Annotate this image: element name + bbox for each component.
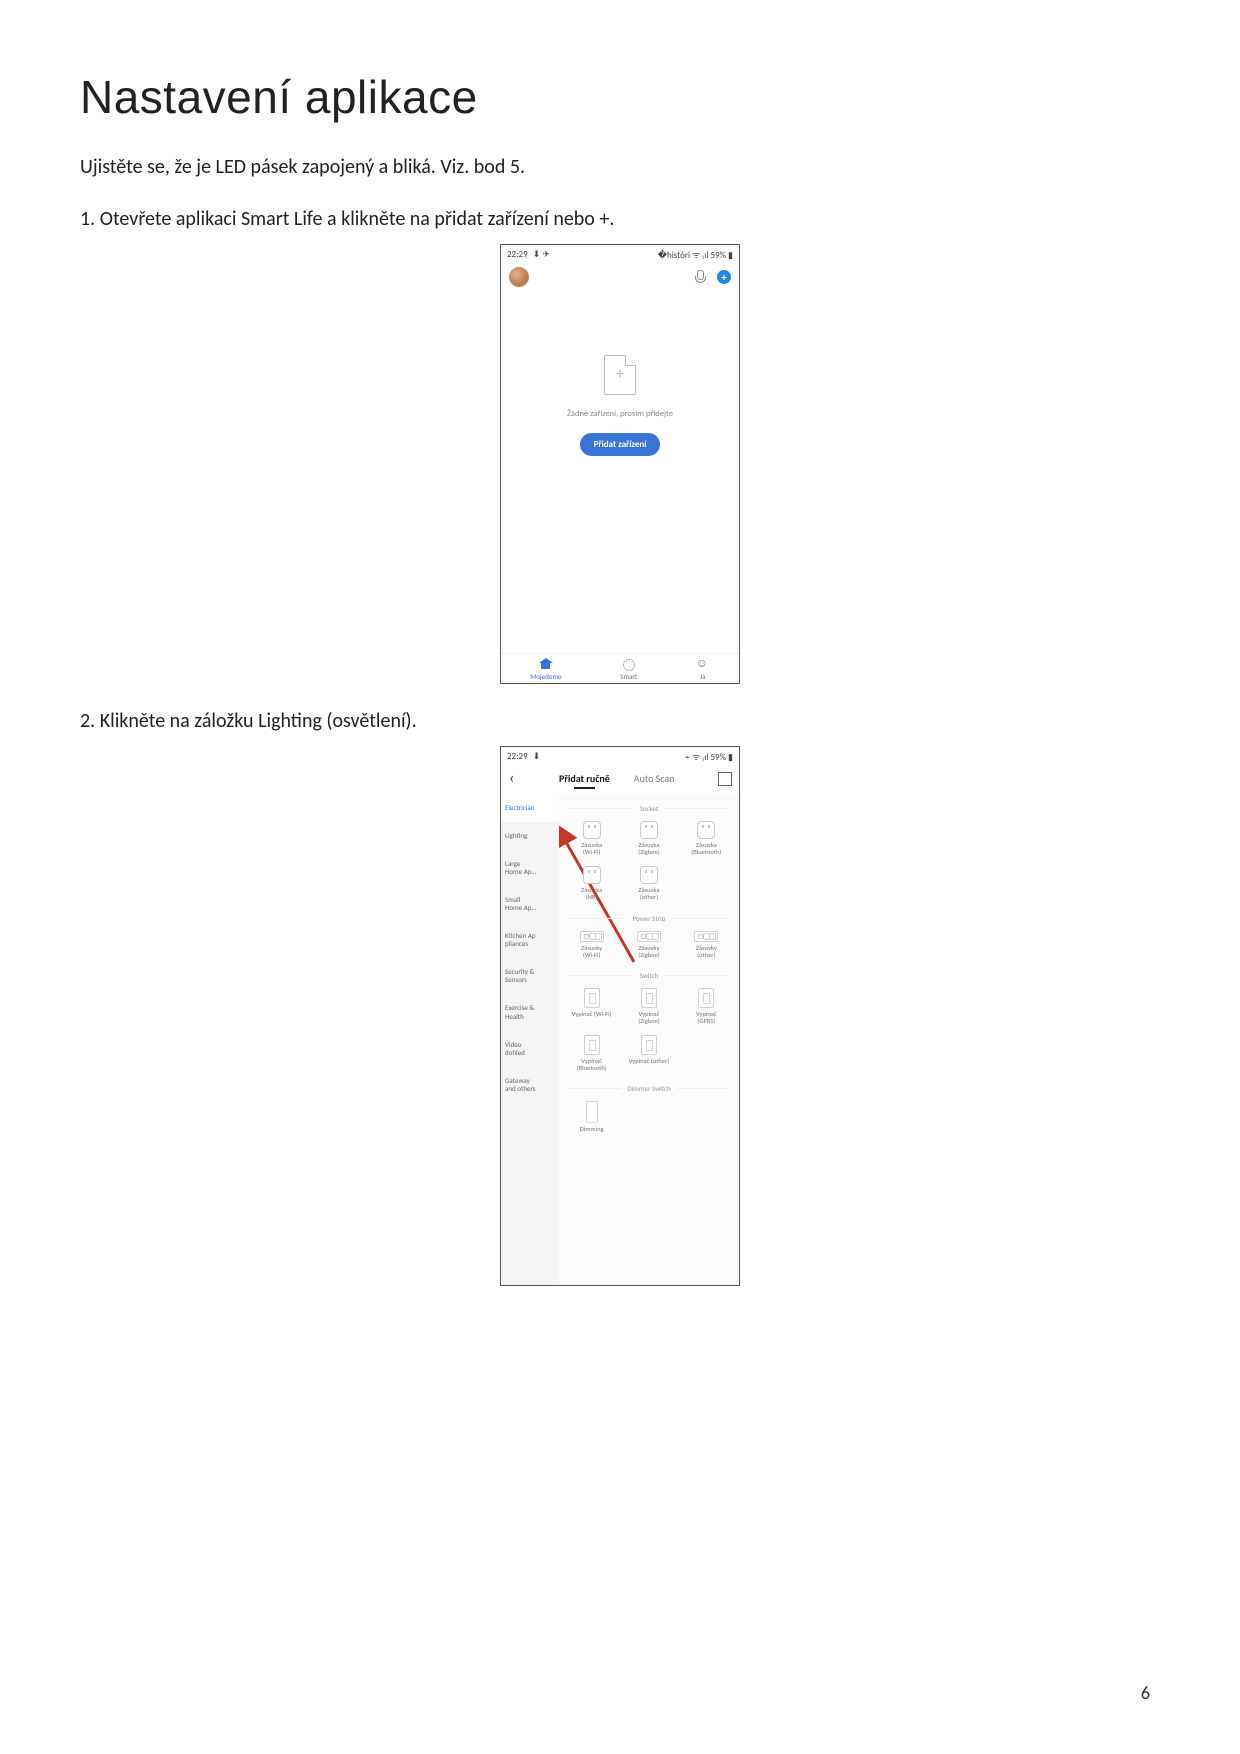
device-label: Vypínač (other) <box>629 1058 670 1065</box>
section-heading: Dimmer Switch <box>563 1084 735 1093</box>
device-tile[interactable]: Dimming <box>563 1099 620 1135</box>
device-label: Zásuvka(NB) <box>581 887 602 901</box>
tab-auto-scan[interactable]: Auto Scan <box>634 772 675 785</box>
strip-icon <box>637 931 661 942</box>
device-tile[interactable]: Vypínač (Wi-Fi) <box>563 986 620 1027</box>
device-label: Zásuvka(Wi-Fi) <box>581 842 602 856</box>
device-label: Vypínač(Bluetooth) <box>577 1058 607 1072</box>
swbox-icon <box>698 988 714 1008</box>
sock-icon <box>697 821 715 839</box>
device-tile[interactable]: Zásuvka(NB) <box>563 864 620 903</box>
sidebar-item-kitchen[interactable]: Kitchen Ap pliances <box>501 922 559 958</box>
sock-icon <box>583 866 601 884</box>
screenshot-add-manually: 22:29 ⬇ ⌁ ᯤ ₎ıl 59% ▮ ‹ Přidat ručně Aut… <box>500 746 740 1286</box>
device-row: Zásuvky(Wi-Fi) Zásuvky(Zigbee) Zásuvky(oth… <box>563 929 735 961</box>
category-sidebar: ElectricianLightingLarge Home Ap…Small H… <box>501 794 559 1286</box>
nav-home[interactable]: Mojedomo <box>530 658 562 681</box>
empty-state-text: Žádné zařízení, prosím přidejte <box>567 409 673 419</box>
home-header: + <box>501 263 739 293</box>
device-label: Zásuvka(Zigbee) <box>638 842 659 856</box>
dim-icon <box>586 1101 598 1123</box>
sidebar-item-gateway[interactable]: Gateway and others <box>501 1067 559 1103</box>
device-label: Zásuvky(Wi-Fi) <box>581 945 602 959</box>
device-tile[interactable]: Vypínač(Zigbee) <box>620 986 677 1027</box>
strip-icon <box>580 931 604 942</box>
device-tile[interactable]: Zásuvky(Wi-Fi) <box>563 929 620 961</box>
nav-me[interactable]: ☺ Já <box>696 658 710 681</box>
add-device-plus-button[interactable]: + <box>717 270 731 284</box>
avatar[interactable] <box>509 267 529 287</box>
status-bar: 22:29 ⬇ ✈ �históri ᯤ ₎ıl 59% ▮ <box>501 245 739 263</box>
sock-icon <box>640 821 658 839</box>
device-grid: SocketZásuvka(Wi-Fi)Zásuvka(Zigbee)Zásuv… <box>559 794 739 1286</box>
device-tile[interactable]: Zásuvky(Zigbee) <box>620 929 677 961</box>
device-label: Vypínač(GPRS) <box>696 1011 717 1025</box>
device-tile[interactable]: Zásuvka(Bluetooth) <box>678 819 735 858</box>
device-label: Vypínač(Zigbee) <box>638 1011 659 1025</box>
bottom-nav: Mojedomo Smart ☺ Já <box>501 653 739 683</box>
nav-smart-label: Smart <box>620 672 637 681</box>
add-device-tabs: ‹ Přidat ručně Auto Scan <box>501 765 739 794</box>
section-heading: Socket <box>563 804 735 813</box>
device-label: Dimming <box>580 1126 604 1133</box>
add-device-button[interactable]: Přidat zařízení <box>580 433 661 456</box>
sock-icon <box>583 821 601 839</box>
home-icon <box>539 658 553 670</box>
strip-icon <box>694 931 718 942</box>
device-tile[interactable]: Vypínač (other) <box>620 1033 677 1074</box>
swbox-icon <box>584 1035 600 1055</box>
page-number: 6 <box>1141 1682 1150 1704</box>
sidebar-item-security[interactable]: Security & Sensors <box>501 958 559 994</box>
device-label: Zásuvka(other) <box>639 887 660 901</box>
device-label: Zásuvky(Zigbee) <box>638 945 659 959</box>
mic-icon[interactable] <box>693 270 707 284</box>
device-label: Zásuvky(other) <box>696 945 717 959</box>
empty-state-icon: + <box>604 355 636 395</box>
device-tile[interactable]: Vypínač(Bluetooth) <box>563 1033 620 1074</box>
sidebar-item-electrician[interactable]: Electrician <box>501 794 559 822</box>
device-tile[interactable]: Zásuvka(Zigbee) <box>620 819 677 858</box>
device-tile[interactable]: Zásuvky(other) <box>678 929 735 961</box>
plus-icon: + <box>616 367 624 383</box>
screenshot-home-screen: 22:29 ⬇ ✈ �históri ᯤ ₎ıl 59% ▮ + + Žád <box>500 244 740 684</box>
step-1-text: 1. Otevřete aplikaci Smart Life a klikně… <box>80 204 1160 234</box>
device-row: Zásuvka(Wi-Fi) Zásuvka(Zigbee) Zásuvka(Blu… <box>563 819 735 904</box>
tab-add-manually[interactable]: Přidat ručně <box>559 772 610 785</box>
user-icon: ☺ <box>696 658 710 670</box>
sidebar-item-large[interactable]: Large Home Ap… <box>501 850 559 886</box>
status-right-icons: �históri ᯤ ₎ıl 59% ▮ <box>658 250 733 261</box>
device-tile[interactable]: Zásuvka(other) <box>620 864 677 903</box>
status-time: 22:29 <box>507 249 530 260</box>
status-bar: 22:29 ⬇ ⌁ ᯤ ₎ıl 59% ▮ <box>501 747 739 765</box>
sock-icon <box>640 866 658 884</box>
back-icon[interactable]: ‹ <box>509 769 514 788</box>
device-tile[interactable]: Vypínač(GPRS) <box>678 986 735 1027</box>
device-row: Vypínač (Wi-Fi) Vypínač(Zigbee) Vypínač(GP… <box>563 986 735 1075</box>
device-label: Vypínač (Wi-Fi) <box>572 1011 612 1018</box>
sidebar-item-video[interactable]: Video dohled <box>501 1031 559 1067</box>
device-row: Dimming <box>563 1099 735 1135</box>
device-label: Zásuvka(Bluetooth) <box>691 842 721 856</box>
nav-me-label: Já <box>700 672 706 681</box>
scan-icon[interactable] <box>719 772 731 786</box>
swbox-icon <box>641 1035 657 1055</box>
status-time: 22:29 <box>507 751 530 762</box>
swbox-icon <box>641 988 657 1008</box>
nav-smart[interactable]: Smart <box>620 658 637 681</box>
intro-text: Ujistěte se, že je LED pásek zapojený a … <box>80 152 1160 182</box>
sun-icon <box>622 658 636 670</box>
sidebar-item-lighting[interactable]: Lighting <box>501 822 559 850</box>
status-left-icons: ⬇ <box>533 751 541 762</box>
step-2-text: 2. Klikněte na záložku Lighting (osvětle… <box>80 706 1160 736</box>
status-right-icons: ⌁ ᯤ ₎ıl 59% ▮ <box>685 752 733 763</box>
sidebar-item-exercise[interactable]: Exercise & Health <box>501 994 559 1030</box>
section-heading: Power Strip <box>563 914 735 923</box>
section-heading: Switch <box>563 971 735 980</box>
nav-home-label: Mojedomo <box>530 672 562 681</box>
page-title: Nastavení aplikace <box>80 70 1160 124</box>
status-left-icons: ⬇ ✈ <box>533 249 550 260</box>
swbox-icon <box>584 988 600 1008</box>
sidebar-item-small[interactable]: Small Home Ap… <box>501 886 559 922</box>
device-tile[interactable]: Zásuvka(Wi-Fi) <box>563 819 620 858</box>
